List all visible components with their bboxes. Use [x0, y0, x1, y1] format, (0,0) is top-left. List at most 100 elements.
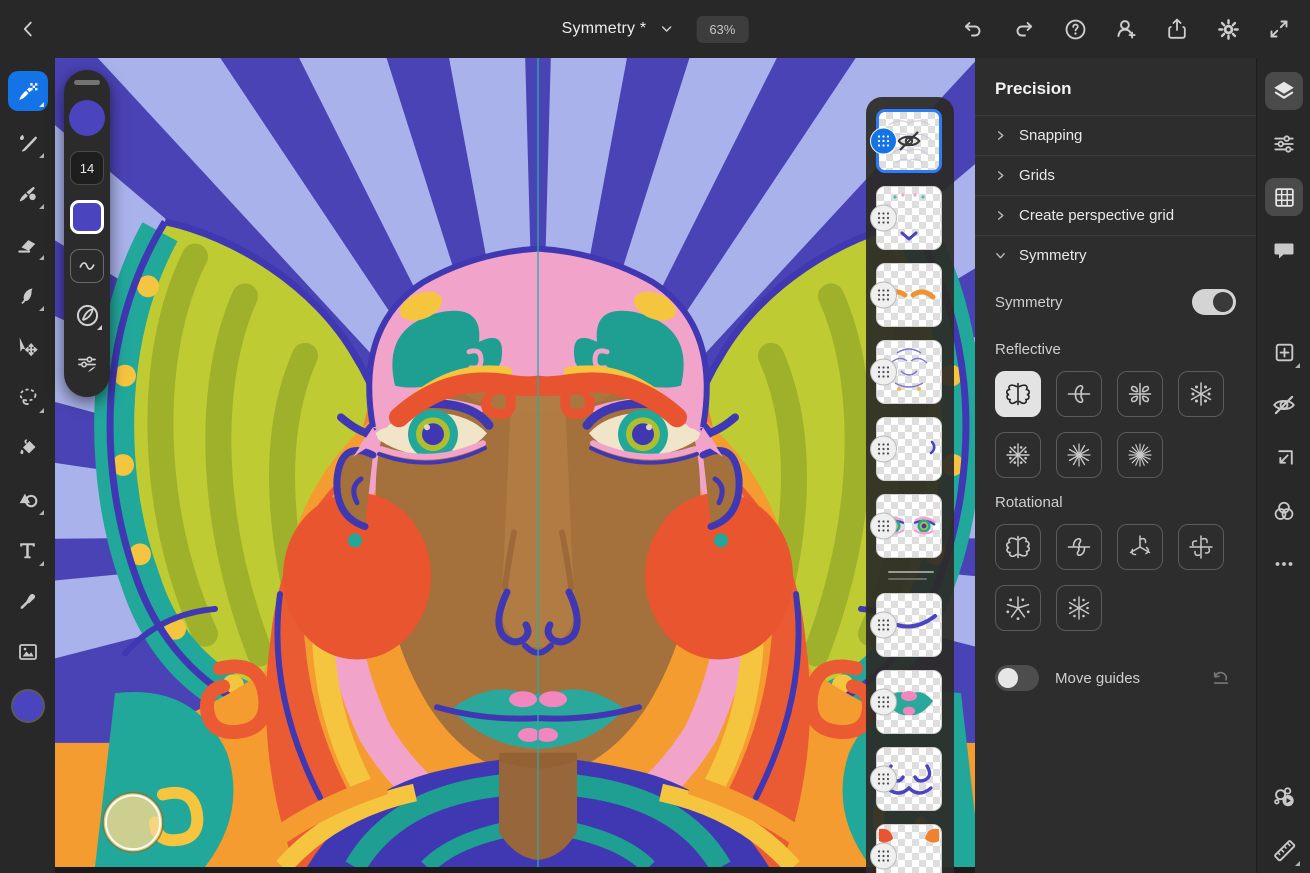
section-symmetry[interactable]: Symmetry [975, 235, 1256, 275]
redo-icon [1012, 17, 1036, 41]
layer-hidden-eye-slash-icon [899, 133, 920, 150]
layer-thumbnail-5[interactable] [876, 417, 942, 481]
layer-2-select-badge[interactable] [870, 205, 897, 232]
title-menu-button[interactable] [658, 21, 674, 37]
symmetry-toggle[interactable] [1192, 289, 1236, 315]
reflective-horizontal-button[interactable] [1056, 371, 1102, 417]
tool-place-image[interactable] [8, 632, 48, 672]
reflective-12-button[interactable] [1056, 432, 1102, 478]
back-button[interactable] [8, 9, 48, 49]
chevron-left-icon [17, 18, 39, 40]
brush-settings-button[interactable] [70, 347, 104, 381]
layer-thumbnail-3[interactable] [876, 263, 942, 327]
layer-thumbnail-9[interactable] [876, 747, 942, 811]
precision-panel-button[interactable] [1265, 178, 1303, 216]
tool-shape[interactable] [8, 479, 48, 519]
chevron-right-icon [995, 210, 1006, 221]
reflective-6-button[interactable] [1178, 371, 1224, 417]
hide-layer-button[interactable] [1265, 386, 1303, 424]
section-create-perspective-grid[interactable]: Create perspective grid [975, 195, 1256, 235]
canvas[interactable] [55, 58, 975, 873]
layer-thumbnail-6[interactable] [876, 494, 942, 558]
layer-7-select-badge[interactable] [870, 612, 897, 639]
undo-button[interactable] [954, 10, 992, 48]
layer-thumbnail-8[interactable] [876, 670, 942, 734]
tool-lasso[interactable] [8, 377, 48, 417]
rotational-4-button[interactable] [1178, 524, 1224, 570]
stabilizer-button[interactable] [70, 298, 104, 332]
zoom-level-badge[interactable]: 63% [696, 16, 748, 43]
tool-live-brush[interactable] [8, 122, 48, 162]
rotational-5-button[interactable] [995, 585, 1041, 631]
layers-panel-button[interactable] [1265, 72, 1303, 110]
section-label: Symmetry [1019, 247, 1087, 264]
brush-size-value[interactable]: 14 [70, 151, 104, 185]
layer-10-select-badge[interactable] [870, 843, 897, 870]
add-account-button[interactable] [1107, 10, 1145, 48]
layer-thumbnail-1[interactable] [876, 109, 942, 173]
reflective-horizontal-icon [1065, 380, 1093, 408]
rotational-2h-button[interactable] [1056, 524, 1102, 570]
more-options-button[interactable] [1265, 545, 1303, 583]
motion-button[interactable] [1265, 778, 1303, 816]
symmetry-toggle-row: Symmetry [995, 289, 1236, 315]
reflective-options [995, 371, 1241, 478]
reflective-16-button[interactable] [1117, 432, 1163, 478]
layer-thumbnail-2[interactable] [876, 186, 942, 250]
motion-play-icon [1271, 784, 1298, 811]
tool-move[interactable] [8, 326, 48, 366]
drag-handle[interactable] [74, 80, 100, 85]
stabilizer-icon [74, 302, 101, 329]
tool-eraser[interactable] [8, 224, 48, 264]
active-color-swatch[interactable] [11, 689, 45, 723]
redo-button[interactable] [1005, 10, 1043, 48]
layer-thumbnail-10[interactable] [876, 824, 942, 873]
tool-smudge[interactable] [8, 275, 48, 315]
sliders-icon [1271, 131, 1297, 157]
brush-color-swatch[interactable] [70, 200, 104, 234]
reflective-vertical-button[interactable] [995, 371, 1041, 417]
rotational-6-button[interactable] [1056, 585, 1102, 631]
layer-transform-button[interactable] [1265, 439, 1303, 477]
layer-6-select-badge[interactable] [870, 513, 897, 540]
move-guides-toggle[interactable] [995, 665, 1039, 691]
smoothing-button[interactable] [70, 249, 104, 283]
reflective-2axis-button[interactable] [1117, 371, 1163, 417]
fullscreen-button[interactable] [1260, 10, 1298, 48]
layer-5-select-badge[interactable] [870, 436, 897, 463]
reflective-8-button[interactable] [995, 432, 1041, 478]
add-layer-icon [1272, 340, 1297, 365]
rotational-3-button[interactable] [1117, 524, 1163, 570]
layer-thumbnail-7[interactable] [876, 593, 942, 657]
chevron-down-icon [995, 250, 1006, 261]
layer-4-select-badge[interactable] [870, 359, 897, 386]
section-grids[interactable]: Grids [975, 155, 1256, 195]
tool-eyedropper[interactable] [8, 581, 48, 621]
brush-settings-icon [75, 352, 99, 376]
section-snapping[interactable]: Snapping [975, 115, 1256, 155]
share-button[interactable] [1158, 10, 1196, 48]
layer-9-select-badge[interactable] [870, 766, 897, 793]
help-button[interactable] [1056, 10, 1094, 48]
tool-vector-brush[interactable] [8, 173, 48, 213]
rotational-2-button[interactable] [995, 524, 1041, 570]
layer-3-select-badge[interactable] [870, 282, 897, 309]
chevron-right-icon [995, 130, 1006, 141]
reflective-2axis-icon [1126, 380, 1154, 408]
add-layer-button[interactable] [1265, 333, 1303, 371]
tool-pixel-brush[interactable] [8, 71, 48, 111]
brush-preview[interactable] [69, 100, 105, 136]
ruler-button[interactable] [1265, 831, 1303, 869]
tool-type[interactable] [8, 530, 48, 570]
settings-button[interactable] [1209, 10, 1247, 48]
reflective-12-icon [1065, 441, 1093, 469]
comments-panel-button[interactable] [1265, 231, 1303, 269]
layer-8-select-badge[interactable] [870, 689, 897, 716]
layer-thumbnail-4[interactable] [876, 340, 942, 404]
rotational-2h-icon [1065, 533, 1093, 561]
tool-fill[interactable] [8, 428, 48, 468]
properties-panel-button[interactable] [1265, 125, 1303, 163]
blend-mode-button[interactable] [1265, 492, 1303, 530]
reset-guides-button[interactable] [1210, 667, 1232, 689]
layer-1-select-badge[interactable] [870, 128, 897, 155]
